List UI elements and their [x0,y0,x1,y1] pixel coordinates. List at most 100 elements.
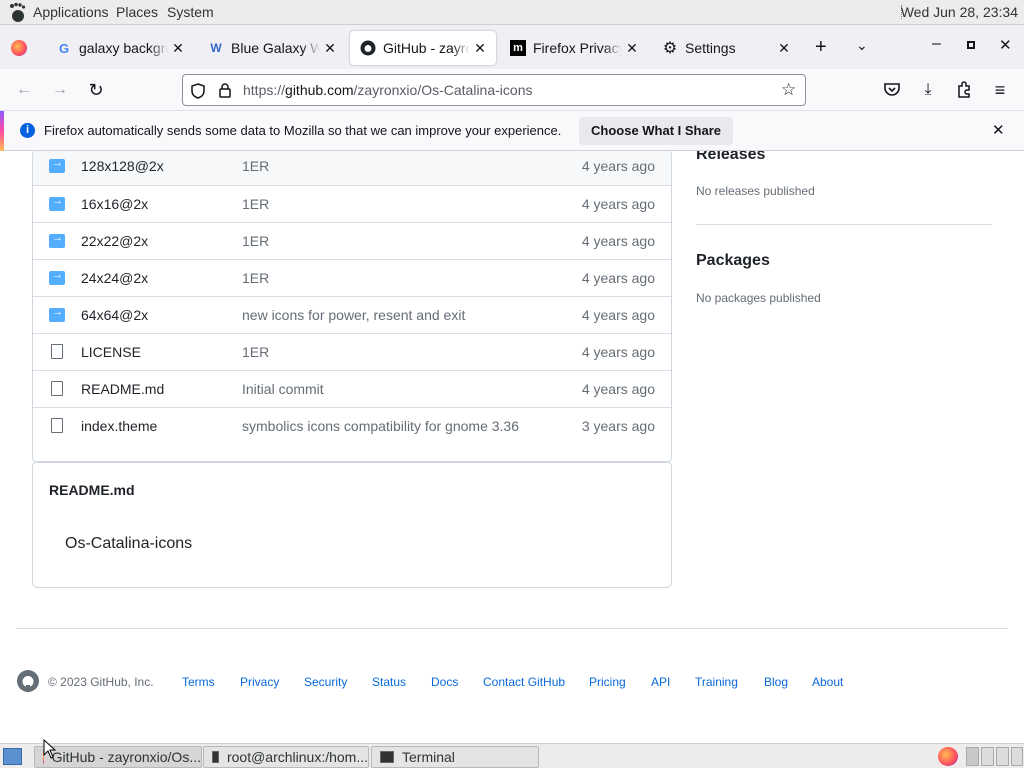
menu-applications[interactable]: Applications [33,4,109,20]
footer-link-status[interactable]: Status [372,675,406,689]
commit-message-link[interactable]: 1ER [242,344,269,360]
file-name-link[interactable]: 64x64@2x [81,307,148,323]
tab-strip: G galaxy background ✕ W Blue Galaxy Wall… [0,25,1024,69]
file-row[interactable]: 128x128@2x 1ER 4 years ago [33,151,671,185]
bookmark-star-icon[interactable]: ☆ [781,80,796,100]
file-row[interactable]: index.theme symbolics icons compatibility… [33,407,671,444]
tab-galaxy-background[interactable]: G galaxy background ✕ [46,31,194,65]
folder-icon [49,157,65,173]
github-logo-icon[interactable] [16,669,40,693]
new-tab-button[interactable]: + [815,36,827,59]
commit-message-link[interactable]: 1ER [242,233,269,249]
footer-link-about[interactable]: About [812,675,843,689]
footer-link-api[interactable]: API [651,675,670,689]
task-root-terminal[interactable]: root@archlinux:/hom... [203,746,369,768]
close-icon[interactable]: ✕ [622,40,642,57]
gnome-foot-icon[interactable] [7,2,27,23]
back-arrow-icon[interactable]: ← [13,79,35,101]
file-name-link[interactable]: LICENSE [81,344,141,360]
file-row[interactable]: 22x22@2x 1ER 4 years ago [33,222,671,259]
reload-icon[interactable]: ↻ [85,79,107,101]
tab-blue-galaxy[interactable]: W Blue Galaxy Wallpaper ✕ [198,31,346,65]
tab-github[interactable]: GitHub - zayronxio ✕ [350,31,496,65]
show-desktop-icon[interactable] [3,748,22,765]
commit-message-link[interactable]: 1ER [242,270,269,286]
file-name-link[interactable]: README.md [81,381,164,397]
file-name-link[interactable]: 128x128@2x [81,158,164,174]
minimize-button[interactable]: – [932,35,941,53]
gnome-top-panel: Applications Places System Wed Jun 28, 2… [0,0,1024,25]
hamburger-menu-icon[interactable]: ≡ [989,79,1011,101]
releases-heading[interactable]: Releases [696,151,765,164]
mozilla-icon: m [510,40,526,56]
workspace-3[interactable] [996,747,1009,766]
choose-what-i-share-button[interactable]: Choose What I Share [579,117,734,145]
task-label: GitHub - zayronxio/Os... [51,749,201,765]
file-icon [51,381,63,396]
pocket-icon[interactable] [884,82,900,97]
forward-arrow-icon[interactable]: → [49,79,71,101]
close-icon[interactable]: ✕ [992,121,1005,139]
url-text[interactable]: https://github.com/zayronxio/Os-Catalina… [243,82,532,98]
file-row[interactable]: 64x64@2x new icons for power, resent and … [33,296,671,333]
url-bar[interactable]: https://github.com/zayronxio/Os-Catalina… [182,74,806,106]
commit-age: 4 years ago [581,307,655,323]
file-row[interactable]: LICENSE 1ER 4 years ago [33,333,671,370]
file-row[interactable]: README.md Initial commit 4 years ago [33,370,671,407]
task-github-firefox[interactable]: GitHub - zayronxio/Os... [34,746,202,768]
task-label: root@archlinux:/hom... [226,749,368,765]
terminal-icon [380,751,394,763]
file-list: 128x128@2x 1ER 4 years ago 16x16@2x 1ER 4 yea… [32,151,672,463]
firefox-tray-icon[interactable] [938,747,958,766]
close-icon[interactable]: ✕ [470,40,490,57]
menu-places[interactable]: Places [116,4,158,20]
footer-link-pricing[interactable]: Pricing [589,675,626,689]
maximize-button[interactable] [967,41,975,49]
footer-link-training[interactable]: Training [695,675,738,689]
list-all-tabs-button[interactable]: ⌄ [856,37,868,54]
folder-icon [49,269,65,285]
commit-message-link[interactable]: new icons for power, resent and exit [242,307,465,323]
readme-box: README.md Os-Catalina-icons [32,461,672,588]
commit-age: 4 years ago [581,344,655,360]
shield-icon[interactable] [191,83,205,99]
footer-link-terms[interactable]: Terms [182,675,215,689]
firefox-view-icon[interactable] [11,40,27,56]
tab-firefox-privacy[interactable]: m Firefox Privacy Notice ✕ [500,31,648,65]
file-name-link[interactable]: 22x22@2x [81,233,148,249]
file-name-link[interactable]: 16x16@2x [81,196,148,212]
commit-message-link[interactable]: 1ER [242,196,269,212]
task-terminal[interactable]: Terminal [371,746,539,768]
wallpaper-icon: W [210,41,222,55]
file-name-link[interactable]: index.theme [81,418,157,434]
file-row[interactable]: 24x24@2x 1ER 4 years ago [33,259,671,296]
footer-link-privacy[interactable]: Privacy [240,675,279,689]
close-icon[interactable]: ✕ [168,40,188,57]
commit-message-link[interactable]: 1ER [242,158,269,174]
readme-body: Os-Catalina-icons [65,535,193,552]
workspace-1[interactable] [966,747,979,766]
close-icon[interactable]: ✕ [320,40,340,57]
packages-heading[interactable]: Packages [696,252,770,270]
downloads-icon[interactable]: ⤓ [917,79,939,101]
close-window-button[interactable]: ✕ [999,36,1012,54]
footer-link-contact[interactable]: Contact GitHub [483,675,565,689]
commit-message-link[interactable]: Initial commit [242,381,324,397]
clock[interactable]: Wed Jun 28, 23:34 [901,4,1018,20]
folder-icon [49,195,65,211]
file-name-link[interactable]: 24x24@2x [81,270,148,286]
tab-settings[interactable]: ⚙ Settings ✕ [652,31,800,65]
footer-link-security[interactable]: Security [304,675,347,689]
lock-icon[interactable] [219,83,231,98]
navigation-toolbar: ← → ↻ https://github.com/zayronxio/Os-Ca… [0,69,1024,111]
commit-message-link[interactable]: symbolics icons compatibility for gnome … [242,418,519,434]
workspace-2[interactable] [981,747,994,766]
extensions-icon[interactable] [956,81,972,98]
footer-link-blog[interactable]: Blog [764,675,788,689]
workspace-4[interactable] [1011,747,1023,766]
close-icon[interactable]: ✕ [774,40,794,57]
footer-link-docs[interactable]: Docs [431,675,458,689]
readme-header[interactable]: README.md [49,482,135,498]
file-row[interactable]: 16x16@2x 1ER 4 years ago [33,185,671,222]
menu-system[interactable]: System [167,4,214,20]
